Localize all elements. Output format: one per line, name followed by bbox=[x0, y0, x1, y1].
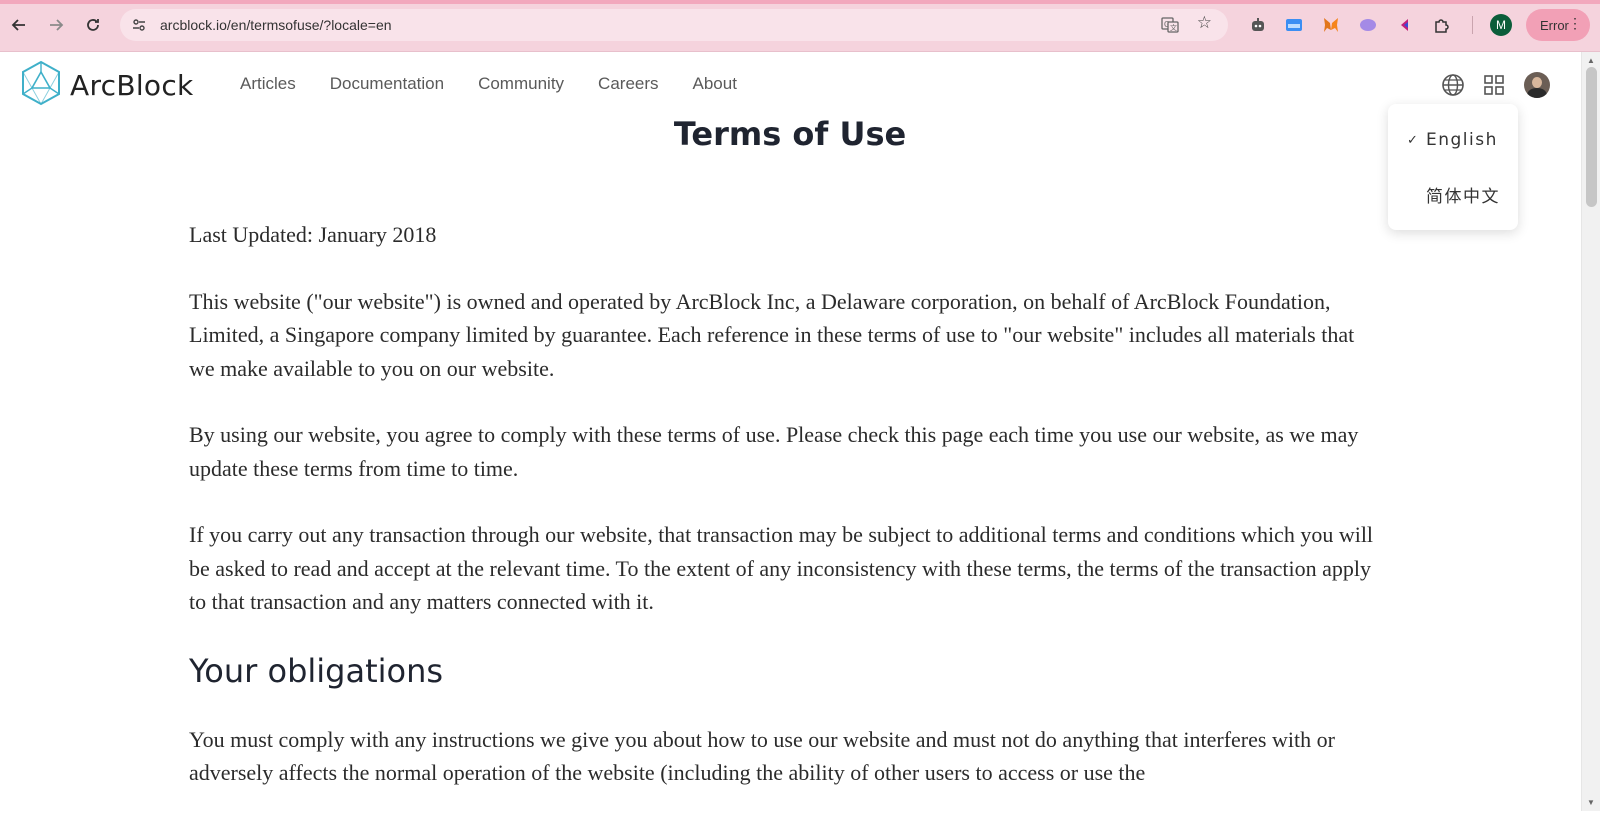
nav-articles[interactable]: Articles bbox=[240, 74, 296, 94]
site-header: ArcBlock Articles Documentation Communit… bbox=[0, 52, 1580, 116]
language-label: 简体中文 bbox=[1426, 186, 1500, 207]
metamask-fox-icon[interactable] bbox=[1320, 14, 1342, 36]
user-avatar[interactable] bbox=[1524, 72, 1550, 98]
last-updated: Last Updated: January 2018 bbox=[189, 222, 437, 247]
vertical-scrollbar[interactable]: ▲ ▼ bbox=[1581, 52, 1600, 811]
address-bar[interactable]: arcblock.io/en/termsofuse/?locale=en G文 … bbox=[120, 9, 1228, 41]
check-icon: ✓ bbox=[1407, 132, 1420, 148]
purple-extension-icon[interactable] bbox=[1357, 14, 1379, 36]
scroll-up-arrow-icon[interactable]: ▲ bbox=[1587, 56, 1595, 65]
logo-text: ArcBlock bbox=[70, 69, 194, 102]
profile-avatar[interactable]: M bbox=[1490, 14, 1512, 36]
paragraph: By using our website, you agree to compl… bbox=[189, 422, 1359, 481]
back-arrow-icon[interactable] bbox=[6, 12, 32, 38]
paragraph: If you carry out any transaction through… bbox=[189, 522, 1374, 614]
error-label: Error bbox=[1540, 17, 1569, 33]
toolbar-separator bbox=[1472, 16, 1473, 34]
avatar-body bbox=[1527, 88, 1547, 98]
robot-extension-icon[interactable] bbox=[1247, 14, 1269, 36]
reload-icon[interactable] bbox=[80, 12, 106, 38]
arcblock-cube-icon bbox=[20, 60, 62, 111]
section-heading: Your obligations bbox=[189, 651, 444, 690]
nav-documentation[interactable]: Documentation bbox=[330, 74, 444, 94]
paragraph: This website ("our website") is owned an… bbox=[189, 288, 1355, 381]
site-settings-icon[interactable] bbox=[130, 16, 148, 34]
nav-about[interactable]: About bbox=[693, 74, 737, 94]
terms-content: Last Updated: January 2018 This website … bbox=[189, 218, 1374, 823]
language-label: English bbox=[1426, 130, 1498, 150]
browser-toolbar: arcblock.io/en/termsofuse/?locale=en G文 … bbox=[0, 0, 1600, 52]
main-nav: Articles Documentation Community Careers… bbox=[240, 74, 771, 94]
play-extension-icon[interactable] bbox=[1394, 14, 1416, 36]
globe-icon[interactable] bbox=[1440, 72, 1466, 98]
paragraph: You must comply with any instructions we… bbox=[189, 726, 1335, 786]
translate-icon[interactable]: G文 bbox=[1160, 15, 1180, 35]
svg-text:文: 文 bbox=[1170, 23, 1177, 32]
avatar-face bbox=[1532, 77, 1542, 88]
nav-community[interactable]: Community bbox=[478, 74, 564, 94]
menu-dots-icon[interactable]: ⋮ bbox=[1568, 15, 1582, 32]
arcblock-logo[interactable]: ArcBlock bbox=[20, 60, 194, 111]
forward-arrow-icon[interactable] bbox=[43, 12, 69, 38]
error-button[interactable]: Error ⋮ bbox=[1526, 9, 1590, 41]
card-extension-icon[interactable] bbox=[1283, 14, 1305, 36]
bookmark-star-icon[interactable]: ☆ bbox=[1197, 13, 1212, 33]
language-option-english[interactable]: ✓ English bbox=[1388, 122, 1518, 158]
language-menu: ✓ English 简体中文 bbox=[1388, 104, 1518, 230]
tab-strip-edge bbox=[0, 0, 1600, 4]
page-title: Terms of Use bbox=[673, 115, 907, 153]
language-option-chinese[interactable]: 简体中文 bbox=[1388, 176, 1518, 212]
scroll-down-arrow-icon[interactable]: ▼ bbox=[1587, 798, 1595, 807]
nav-careers[interactable]: Careers bbox=[598, 74, 658, 94]
grid-icon[interactable] bbox=[1481, 72, 1507, 98]
scroll-thumb[interactable] bbox=[1586, 67, 1597, 207]
url-text: arcblock.io/en/termsofuse/?locale=en bbox=[160, 17, 392, 33]
puzzle-extensions-icon[interactable] bbox=[1431, 14, 1453, 36]
